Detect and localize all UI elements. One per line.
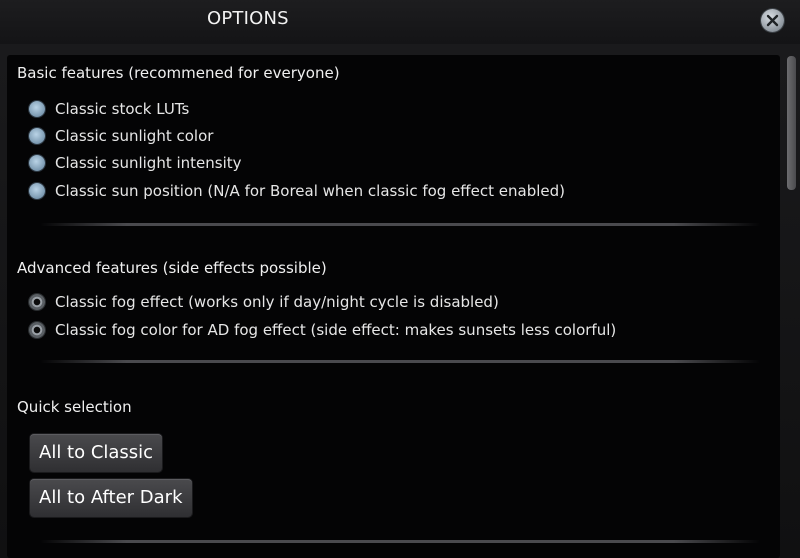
options-window: OPTIONS Basic features (recommened for e…	[0, 0, 800, 558]
option-classic-fog-color[interactable]: Classic fog color for AD fog effect (sid…	[29, 320, 616, 340]
radio-unchecked-icon[interactable]	[29, 322, 45, 338]
option-classic-fog-effect[interactable]: Classic fog effect (works only if day/ni…	[29, 292, 499, 312]
option-classic-sun-position[interactable]: Classic sun position (N/A for Boreal whe…	[29, 181, 565, 201]
close-button[interactable]	[761, 9, 784, 32]
radio-checked-icon[interactable]	[29, 155, 45, 171]
title-bar[interactable]: OPTIONS	[0, 0, 800, 44]
quick-selection-title: Quick selection	[17, 398, 132, 416]
option-label: Classic fog effect (works only if day/ni…	[55, 293, 499, 311]
option-classic-sunlight-color[interactable]: Classic sunlight color	[29, 126, 213, 146]
radio-unchecked-icon[interactable]	[29, 294, 45, 310]
all-to-after-dark-button[interactable]: All to After Dark	[30, 479, 192, 517]
option-label: Classic fog color for AD fog effect (sid…	[55, 321, 617, 339]
section-divider	[40, 540, 760, 543]
option-classic-sunlight-intensity[interactable]: Classic sunlight intensity	[29, 153, 242, 173]
option-label: Classic sunlight intensity	[55, 154, 242, 172]
radio-checked-icon[interactable]	[29, 128, 45, 144]
option-classic-stock-luts[interactable]: Classic stock LUTs	[29, 99, 189, 119]
close-icon	[766, 14, 779, 27]
window-title: OPTIONS	[207, 8, 289, 29]
advanced-features-title: Advanced features (side effects possible…	[17, 259, 327, 277]
basic-features-title: Basic features (recommened for everyone)	[17, 64, 340, 82]
section-divider	[40, 360, 760, 363]
option-label: Classic sunlight color	[55, 127, 214, 145]
option-label: Classic stock LUTs	[55, 100, 190, 118]
all-to-classic-button[interactable]: All to Classic	[30, 434, 163, 472]
section-divider	[40, 223, 760, 226]
radio-checked-icon[interactable]	[29, 183, 45, 199]
radio-checked-icon[interactable]	[29, 101, 45, 117]
scrollbar-thumb[interactable]	[787, 56, 796, 190]
option-label: Classic sun position (N/A for Boreal whe…	[55, 182, 565, 200]
